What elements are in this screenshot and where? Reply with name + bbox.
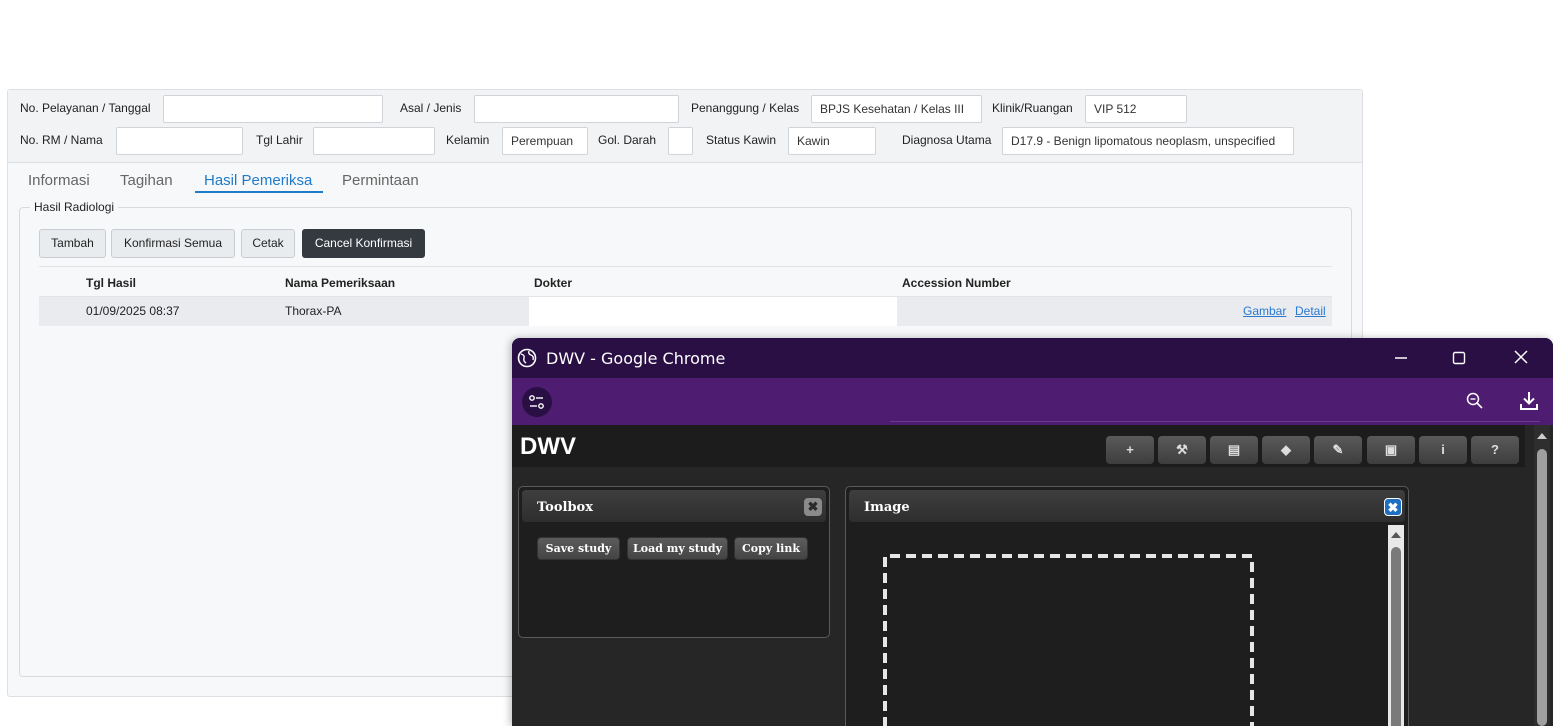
- table-header: Tgl Hasil Nama Pemeriksaan Dokter Access…: [39, 266, 1332, 297]
- address-field[interactable]: [890, 421, 1540, 422]
- diagnosa-field[interactable]: D17.9 - Benign lipomatous neoplasm, unsp…: [1002, 127, 1294, 155]
- klinik-field[interactable]: VIP 512: [1085, 95, 1187, 123]
- diagnosa-label: Diagnosa Utama: [902, 133, 992, 147]
- minimize-icon[interactable]: [1388, 346, 1414, 370]
- help-icon[interactable]: ?: [1471, 436, 1519, 464]
- active-tab-indicator: [195, 191, 323, 193]
- dwv-chrome-window: DWV - Google Chrome DWV + ⚒ ▤ ◆ ✎ ▣ i ? …: [512, 338, 1553, 726]
- detail-link[interactable]: Detail: [1295, 304, 1326, 318]
- table-row[interactable]: 01/09/2025 08:37 Thorax-PA Gambar Detail: [39, 297, 1332, 326]
- image-panel: Image ✖: [845, 486, 1409, 726]
- header-accession-number: Accession Number: [902, 276, 1011, 290]
- image-drop-zone[interactable]: [882, 553, 1256, 726]
- asal-label: Asal / Jenis: [400, 101, 462, 115]
- pencil-icon[interactable]: ✎: [1314, 436, 1362, 464]
- status-kawin-label: Status Kawin: [706, 133, 777, 147]
- header-tgl-hasil: Tgl Hasil: [86, 276, 137, 290]
- cetak-button[interactable]: Cetak: [241, 229, 295, 258]
- cell-nama-pemeriksaan: Thorax-PA: [285, 304, 342, 318]
- toolbox-title: Toolbox: [537, 500, 593, 515]
- no-rm-label: No. RM / Nama: [20, 133, 103, 147]
- wrench-icon[interactable]: ⚒: [1158, 436, 1206, 464]
- tab-permintaan[interactable]: Permintaan: [342, 172, 419, 189]
- dwv-header: DWV + ⚒ ▤ ◆ ✎ ▣ i ?: [512, 425, 1525, 467]
- asal-field[interactable]: [474, 95, 679, 123]
- image-scrollbar[interactable]: [1388, 525, 1404, 726]
- tab-tagihan[interactable]: Tagihan: [120, 172, 173, 189]
- toolbox-panel: Toolbox ✖ Save study Load my study Copy …: [518, 486, 830, 638]
- toolbox-close-icon[interactable]: ✖: [804, 498, 822, 516]
- cell-tgl-hasil: 01/09/2025 08:37: [86, 304, 180, 318]
- tab-informasi[interactable]: Informasi: [28, 172, 90, 189]
- page-scrollbar[interactable]: [1534, 425, 1550, 726]
- save-study-button[interactable]: Save study: [537, 537, 620, 560]
- gambar-link[interactable]: Gambar: [1243, 304, 1286, 318]
- window-title: DWV - Google Chrome: [546, 349, 726, 368]
- image-close-icon[interactable]: ✖: [1384, 498, 1402, 516]
- download-icon[interactable]: [1516, 388, 1542, 414]
- kelamin-field[interactable]: Perempuan: [502, 127, 588, 155]
- dwv-logo: DWV: [520, 433, 576, 460]
- maximize-icon[interactable]: [1446, 346, 1472, 370]
- window-titlebar: DWV - Google Chrome: [512, 338, 1553, 378]
- radiology-legend: Hasil Radiologi: [30, 200, 119, 214]
- image-title: Image: [864, 500, 910, 515]
- copy-link-button[interactable]: Copy link: [734, 537, 808, 560]
- page-scroll-thumb[interactable]: [1537, 449, 1547, 726]
- kelamin-label: Kelamin: [446, 133, 490, 147]
- close-icon[interactable]: [1508, 346, 1534, 370]
- load-my-study-button[interactable]: Load my study: [627, 537, 728, 560]
- header-dokter: Dokter: [534, 276, 573, 290]
- gol-darah-label: Gol. Darah: [598, 133, 657, 147]
- address-bar: [512, 378, 1553, 425]
- plus-icon[interactable]: +: [1106, 436, 1154, 464]
- no-pelayanan-field[interactable]: [163, 95, 383, 123]
- dokter-cell: [529, 297, 897, 326]
- tag-icon[interactable]: ◆: [1262, 436, 1310, 464]
- gol-darah-field[interactable]: [668, 127, 693, 155]
- image-icon[interactable]: ▣: [1367, 436, 1415, 464]
- konfirmasi-semua-button[interactable]: Konfirmasi Semua: [111, 229, 235, 258]
- tambah-button[interactable]: Tambah: [39, 229, 106, 258]
- image-header[interactable]: Image ✖: [849, 490, 1405, 522]
- cancel-konfirmasi-button[interactable]: Cancel Konfirmasi: [302, 229, 425, 258]
- penanggung-field[interactable]: BPJS Kesehatan / Kelas III: [811, 95, 982, 123]
- image-scroll-thumb[interactable]: [1391, 547, 1401, 726]
- site-settings-icon[interactable]: [522, 387, 552, 417]
- status-kawin-field[interactable]: Kawin: [788, 127, 876, 155]
- tab-hasil-pemeriksa[interactable]: Hasil Pemeriksa: [204, 172, 312, 189]
- header-nama-pemeriksaan: Nama Pemeriksaan: [285, 276, 396, 290]
- no-pelayanan-label: No. Pelayanan / Tanggal: [20, 101, 151, 115]
- tgl-lahir-field[interactable]: [313, 127, 435, 155]
- toolbox-header[interactable]: Toolbox ✖: [522, 490, 826, 522]
- globe-icon: [517, 348, 537, 368]
- tgl-lahir-label: Tgl Lahir: [256, 133, 303, 147]
- info-icon[interactable]: i: [1419, 436, 1467, 464]
- penanggung-label: Penanggung / Kelas: [691, 101, 800, 115]
- clipboard-icon[interactable]: ▤: [1210, 436, 1258, 464]
- zoom-out-icon[interactable]: [1462, 388, 1488, 414]
- no-rm-field[interactable]: [116, 127, 243, 155]
- scroll-up-icon[interactable]: [1534, 429, 1550, 443]
- klinik-label: Klinik/Ruangan: [992, 101, 1073, 115]
- patient-header: No. Pelayanan / Tanggal Asal / Jenis Pen…: [8, 90, 1362, 163]
- dwv-app: DWV + ⚒ ▤ ◆ ✎ ▣ i ? Toolbox ✖ Save study…: [512, 425, 1553, 726]
- image-scroll-up-icon[interactable]: [1388, 529, 1404, 541]
